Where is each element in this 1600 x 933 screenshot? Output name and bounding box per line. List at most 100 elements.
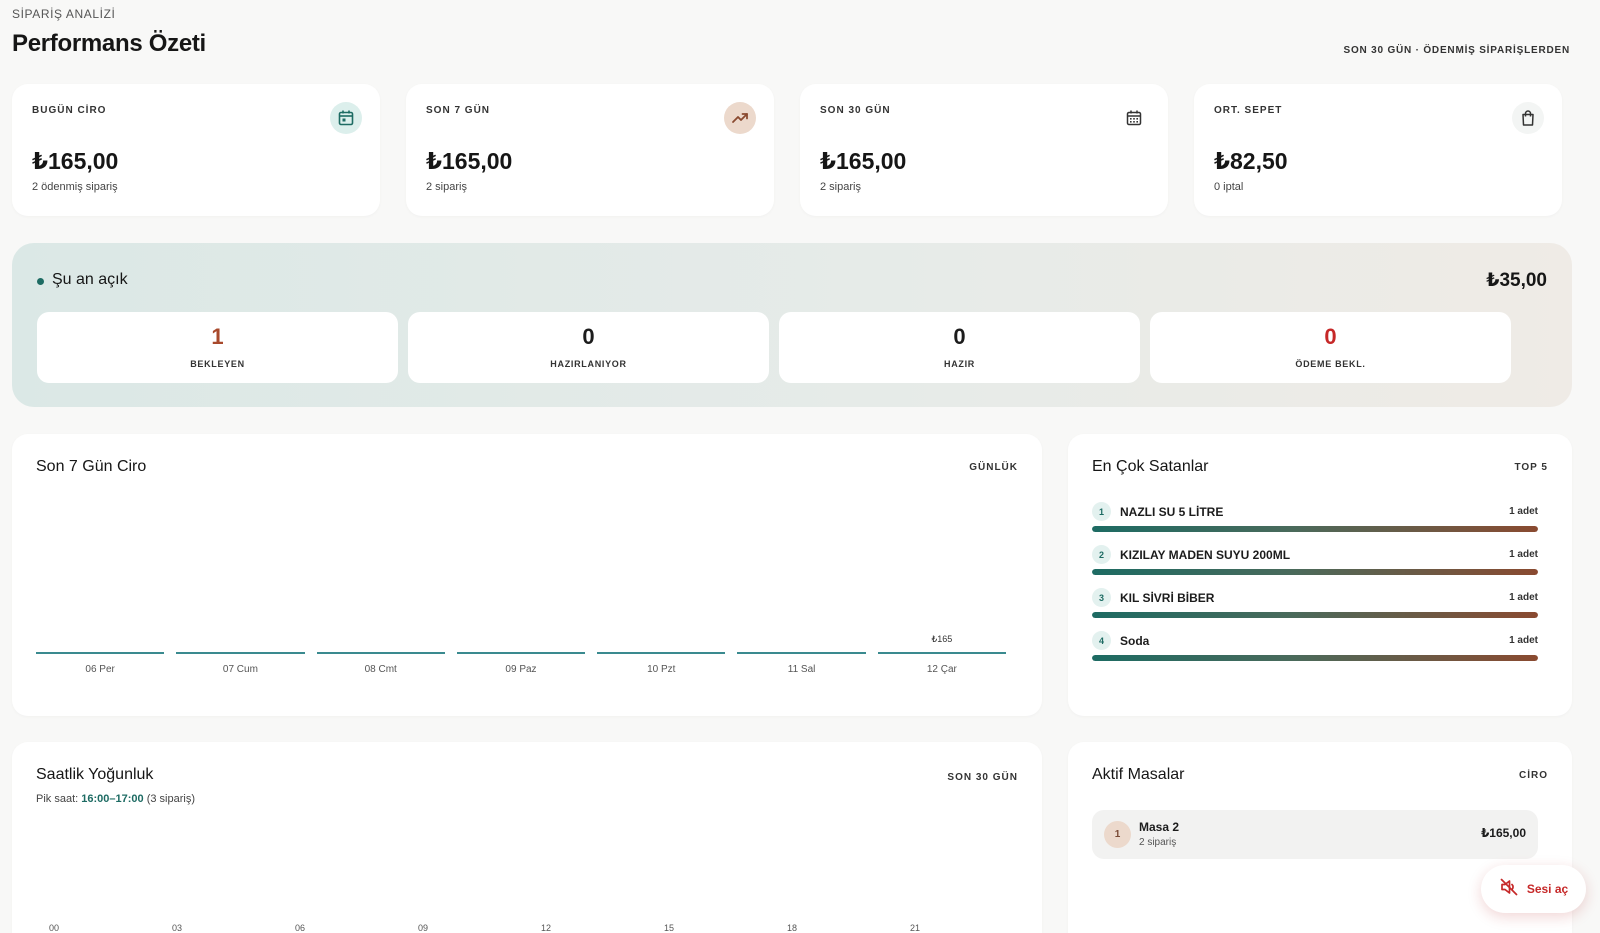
product-qty: 1 adet: [1509, 592, 1538, 603]
progress-track: [1092, 612, 1538, 618]
table-amount: ₺165,00: [1480, 826, 1526, 840]
list-item: 3 KIL SİVRİ BİBER 1 adet: [1092, 588, 1538, 628]
hour-label: 09: [418, 923, 429, 933]
x-tick-label: 11 Sal: [787, 664, 816, 675]
top-sellers-card: En Çok Satanlar TOP 5 1 NAZLI SU 5 LİTRE…: [1068, 434, 1572, 716]
peak-suffix: (3 sipariş): [143, 793, 195, 805]
kpi-sub: 2 sipariş: [820, 181, 861, 193]
kpi-card-30days: SON 30 GÜN ₺165,00 2 sipariş: [800, 84, 1168, 216]
kpi-sub: 2 sipariş: [426, 181, 467, 193]
rank-badge: 4: [1092, 631, 1111, 650]
hour-label: 06: [295, 923, 306, 933]
stat-ready[interactable]: 0 HAZIR: [779, 312, 1140, 383]
hour-label: 00: [49, 923, 60, 933]
hourly-density-card: Saatlik Yoğunluk SON 30 GÜN Pik saat: 16…: [12, 742, 1042, 933]
list-item: 1 NAZLI SU 5 LİTRE 1 adet: [1092, 502, 1538, 542]
kpi-card-today: BUGÜN CİRO ₺165,00 2 ödenmiş sipariş: [12, 84, 380, 216]
kpi-value: ₺165,00: [32, 148, 119, 174]
calendar-day-icon: [330, 102, 362, 134]
peak-hours: 16:00–17:00: [81, 793, 144, 805]
status-dot: [37, 278, 44, 285]
calendar-grid-icon: [1118, 102, 1150, 134]
shopping-bag-icon: [1512, 102, 1544, 134]
chart-bar: [456, 652, 586, 654]
kpi-value: ₺165,00: [820, 148, 907, 174]
hour-label: 12: [541, 923, 552, 933]
bar-value-label: ₺165: [931, 634, 953, 644]
peak-hour-text: Pik saat: 16:00–17:00 (3 sipariş): [36, 793, 195, 805]
kpi-value: ₺82,50: [1214, 148, 1288, 174]
progress-track: [1092, 569, 1538, 575]
x-tick-label: 10 Pzt: [647, 664, 676, 675]
chart-bar: [176, 652, 305, 654]
table-row[interactable]: 1 Masa 2 2 sipariş ₺165,00: [1092, 810, 1538, 859]
x-tick-label: 08 Cmt: [364, 664, 397, 675]
weekly-revenue-card: Son 7 Gün Ciro GÜNLÜK 06 Per 07 Cum 08 Cmt…: [12, 434, 1042, 716]
rank-badge: 2: [1092, 545, 1111, 564]
product-qty: 1 adet: [1509, 549, 1538, 560]
product-qty: 1 adet: [1509, 506, 1538, 517]
stat-value: 0: [1324, 324, 1337, 349]
progress-fill: [1092, 569, 1538, 575]
progress-fill: [1092, 612, 1538, 618]
peak-prefix: Pik saat:: [36, 793, 82, 805]
section-tag: CİRO: [1519, 770, 1548, 781]
progress-track: [1092, 526, 1538, 532]
chart-bar: [737, 652, 866, 654]
section-title: En Çok Satanlar: [1092, 458, 1209, 475]
section-title: Aktif Masalar: [1092, 766, 1185, 783]
page-subtitle: SON 30 GÜN · ÖDENMİŞ SİPARİŞLERDEN: [1343, 45, 1570, 56]
open-orders-amount: ₺35,00: [1486, 270, 1547, 291]
chart-bar: [36, 652, 165, 654]
hour-label: 21: [910, 923, 921, 933]
stat-pending[interactable]: 1 BEKLEYEN: [37, 312, 398, 383]
section-title: Son 7 Gün Ciro: [36, 458, 147, 475]
table-orders: 2 sipariş: [1139, 837, 1177, 848]
kpi-card-avg-basket: ORT. SEPET ₺82,50 0 iptal: [1194, 84, 1562, 216]
stat-value: 1: [211, 324, 224, 349]
x-tick-label: 12 Çar: [926, 664, 957, 675]
kpi-sub: 2 ödenmiş sipariş: [32, 181, 118, 193]
kpi-card-7days: SON 7 GÜN ₺165,00 2 sipariş: [406, 84, 774, 216]
stat-label: HAZIR: [944, 359, 975, 369]
kpi-label: SON 7 GÜN: [426, 105, 491, 116]
trending-up-icon: [724, 102, 756, 134]
kpi-label: SON 30 GÜN: [820, 105, 891, 116]
product-name: Soda: [1120, 634, 1150, 648]
hour-label: 18: [787, 923, 798, 933]
stat-label: BEKLEYEN: [190, 359, 245, 369]
x-tick-label: 06 Per: [85, 664, 115, 675]
product-name: KIZILAY MADEN SUYU 200ML: [1120, 548, 1291, 562]
product-name: KIL SİVRİ BİBER: [1120, 591, 1215, 605]
chart-bar: [877, 652, 1006, 654]
progress-track: [1092, 655, 1538, 661]
section-title: Saatlik Yoğunluk: [36, 766, 154, 783]
stat-label: ÖDEME BEKL.: [1295, 359, 1366, 369]
rank-badge: 1: [1104, 821, 1131, 848]
kpi-value: ₺165,00: [426, 148, 513, 174]
chart-bar: [316, 652, 445, 654]
page-eyebrow: SİPARİŞ ANALİZİ: [12, 7, 116, 21]
product-name: NAZLI SU 5 LİTRE: [1120, 505, 1224, 519]
kpi-label: ORT. SEPET: [1214, 105, 1283, 116]
progress-fill: [1092, 526, 1538, 532]
kpi-label: BUGÜN CİRO: [32, 105, 107, 116]
list-item: 4 Soda 1 adet: [1092, 631, 1538, 671]
stat-value: 0: [582, 324, 595, 349]
unmute-sound-button[interactable]: Sesi aç: [1481, 865, 1586, 913]
kpi-sub: 0 iptal: [1214, 181, 1244, 193]
stat-awaiting-payment[interactable]: 0 ÖDEME BEKL.: [1150, 312, 1511, 383]
open-orders-title: Şu an açık: [52, 271, 128, 288]
rank-badge: 3: [1092, 588, 1111, 607]
hour-label: 15: [664, 923, 675, 933]
stat-preparing[interactable]: 0 HAZIRLANIYOR: [408, 312, 769, 383]
speaker-muted-icon: [1499, 877, 1519, 902]
rank-badge: 1: [1092, 502, 1111, 521]
progress-fill: [1092, 655, 1538, 661]
table-name: Masa 2: [1139, 820, 1180, 834]
product-qty: 1 adet: [1509, 635, 1538, 646]
page-title: Performans Özeti: [12, 30, 206, 57]
section-tag: SON 30 GÜN: [947, 772, 1018, 783]
x-tick-label: 09 Paz: [505, 664, 537, 675]
section-tag: GÜNLÜK: [969, 462, 1018, 473]
